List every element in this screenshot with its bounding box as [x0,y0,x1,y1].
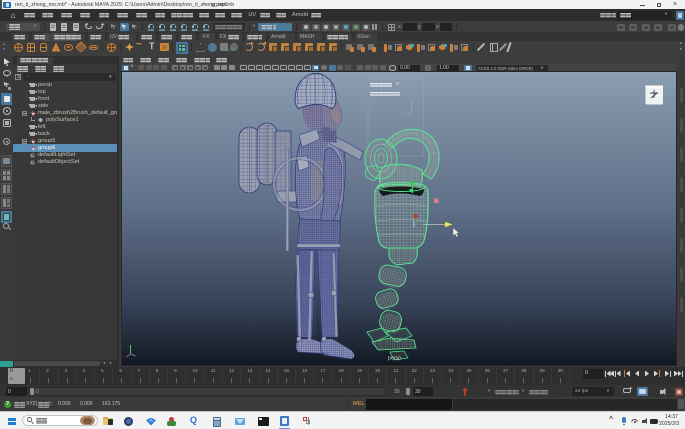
svg-text:persp: persp [388,356,401,362]
